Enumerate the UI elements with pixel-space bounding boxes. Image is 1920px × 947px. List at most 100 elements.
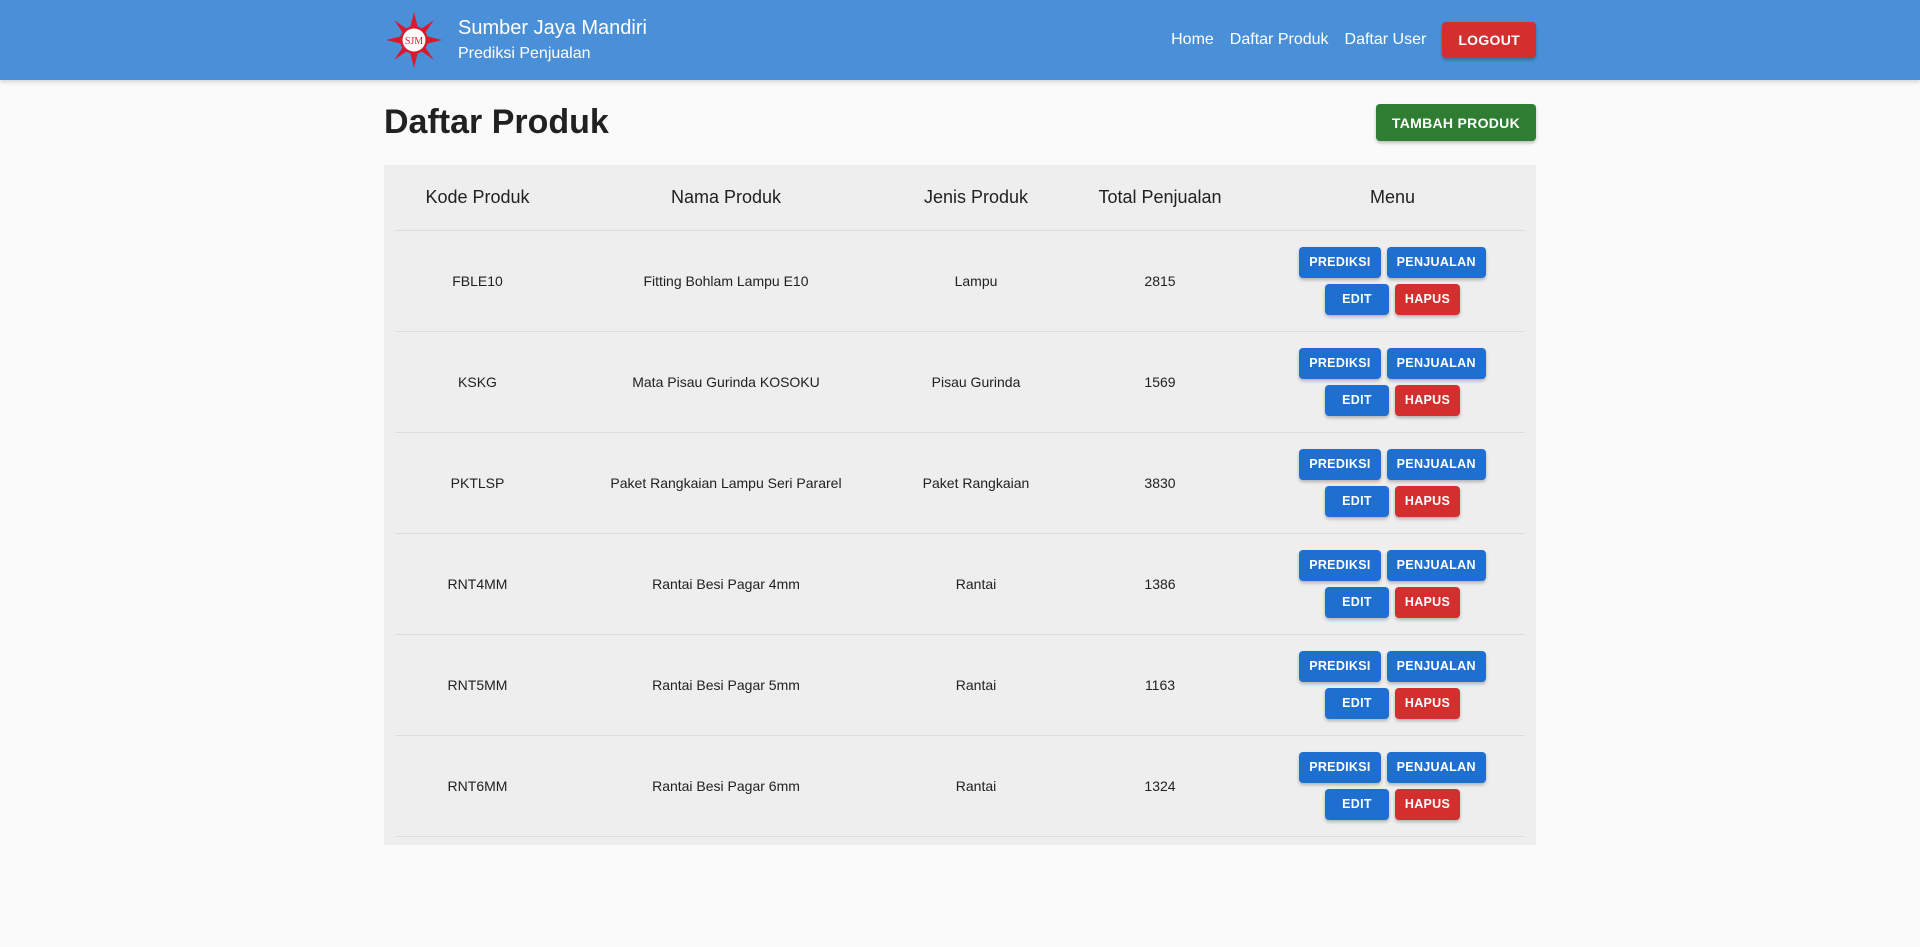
table-row: KSKG Mata Pisau Gurinda KOSOKU Pisau Gur… bbox=[395, 331, 1525, 433]
main-content: Daftar Produk TAMBAH PRODUK Kode Produk … bbox=[384, 80, 1536, 845]
cell-kode: PKTLSP bbox=[395, 432, 560, 534]
cell-total: 1386 bbox=[1060, 533, 1260, 635]
cell-menu: PREDIKSI PENJUALAN EDIT HAPUS bbox=[1260, 432, 1525, 534]
nav-link-daftar-user[interactable]: Daftar User bbox=[1345, 31, 1427, 49]
cell-total: 1324 bbox=[1060, 735, 1260, 837]
row-actions: PREDIKSI PENJUALAN EDIT HAPUS bbox=[1260, 751, 1525, 820]
hapus-button[interactable]: HAPUS bbox=[1395, 586, 1460, 618]
brand-subtitle: Prediksi Penjualan bbox=[458, 45, 591, 62]
cell-nama: Paket Rangkaian Lampu Seri Pararel bbox=[560, 432, 892, 534]
hapus-button[interactable]: HAPUS bbox=[1395, 788, 1460, 820]
prediksi-button[interactable]: PREDIKSI bbox=[1299, 650, 1381, 682]
prediksi-button[interactable]: PREDIKSI bbox=[1299, 347, 1381, 379]
cell-nama: Rantai Besi Pagar 5mm bbox=[560, 634, 892, 736]
sjm-logo-icon: SJM bbox=[386, 12, 442, 68]
penjualan-button[interactable]: PENJUALAN bbox=[1386, 549, 1486, 581]
row-actions-bottom: EDIT HAPUS bbox=[1322, 485, 1463, 517]
row-actions-top: PREDIKSI PENJUALAN bbox=[1296, 751, 1489, 783]
edit-button[interactable]: EDIT bbox=[1325, 788, 1389, 820]
row-actions: PREDIKSI PENJUALAN EDIT HAPUS bbox=[1260, 650, 1525, 719]
row-actions: PREDIKSI PENJUALAN EDIT HAPUS bbox=[1260, 246, 1525, 315]
row-actions-bottom: EDIT HAPUS bbox=[1322, 687, 1463, 719]
cell-nama: Mata Pisau Gurinda KOSOKU bbox=[560, 331, 892, 433]
navbar: SJM Sumber Jaya Mandiri Prediksi Penjual… bbox=[0, 0, 1920, 80]
header-jenis-produk: Jenis Produk bbox=[892, 165, 1060, 231]
row-actions: PREDIKSI PENJUALAN EDIT HAPUS bbox=[1260, 347, 1525, 416]
prediksi-button[interactable]: PREDIKSI bbox=[1299, 549, 1381, 581]
logo-text: SJM bbox=[405, 36, 423, 47]
cell-jenis: Rantai bbox=[892, 533, 1060, 635]
edit-button[interactable]: EDIT bbox=[1325, 586, 1389, 618]
penjualan-button[interactable]: PENJUALAN bbox=[1386, 246, 1486, 278]
header-nama-produk: Nama Produk bbox=[560, 165, 892, 231]
row-actions: PREDIKSI PENJUALAN EDIT HAPUS bbox=[1260, 448, 1525, 517]
cell-menu: PREDIKSI PENJUALAN EDIT HAPUS bbox=[1260, 230, 1525, 332]
nav-link-home[interactable]: Home bbox=[1171, 31, 1214, 49]
nav-links: Home Daftar Produk Daftar User LOGOUT bbox=[1171, 22, 1536, 58]
header-kode-produk: Kode Produk bbox=[395, 165, 560, 231]
penjualan-button[interactable]: PENJUALAN bbox=[1386, 448, 1486, 480]
edit-button[interactable]: EDIT bbox=[1325, 485, 1389, 517]
penjualan-button[interactable]: PENJUALAN bbox=[1386, 347, 1486, 379]
brand[interactable]: SJM Sumber Jaya Mandiri Prediksi Penjual… bbox=[384, 10, 647, 70]
cell-nama: Fitting Bohlam Lampu E10 bbox=[560, 230, 892, 332]
hapus-button[interactable]: HAPUS bbox=[1395, 283, 1460, 315]
cell-kode: RNT4MM bbox=[395, 533, 560, 635]
header-menu: Menu bbox=[1260, 165, 1525, 231]
brand-title: Sumber Jaya Mandiri bbox=[458, 17, 647, 39]
cell-menu: PREDIKSI PENJUALAN EDIT HAPUS bbox=[1260, 634, 1525, 736]
header-total-penjualan: Total Penjualan bbox=[1060, 165, 1260, 231]
row-actions: PREDIKSI PENJUALAN EDIT HAPUS bbox=[1260, 549, 1525, 618]
cell-menu: PREDIKSI PENJUALAN EDIT HAPUS bbox=[1260, 533, 1525, 635]
table-row: RNT5MM Rantai Besi Pagar 5mm Rantai 1163… bbox=[395, 634, 1525, 736]
hapus-button[interactable]: HAPUS bbox=[1395, 384, 1460, 416]
row-actions-top: PREDIKSI PENJUALAN bbox=[1296, 347, 1489, 379]
hapus-button[interactable]: HAPUS bbox=[1395, 687, 1460, 719]
hapus-button[interactable]: HAPUS bbox=[1395, 485, 1460, 517]
row-actions-top: PREDIKSI PENJUALAN bbox=[1296, 549, 1489, 581]
edit-button[interactable]: EDIT bbox=[1325, 283, 1389, 315]
cell-kode: FBLE10 bbox=[395, 230, 560, 332]
row-actions-bottom: EDIT HAPUS bbox=[1322, 283, 1463, 315]
row-actions-top: PREDIKSI PENJUALAN bbox=[1296, 246, 1489, 278]
cell-jenis: Paket Rangkaian bbox=[892, 432, 1060, 534]
prediksi-button[interactable]: PREDIKSI bbox=[1299, 751, 1381, 783]
cell-nama: Rantai Besi Pagar 4mm bbox=[560, 533, 892, 635]
cell-total: 2815 bbox=[1060, 230, 1260, 332]
cell-jenis: Pisau Gurinda bbox=[892, 331, 1060, 433]
row-actions-bottom: EDIT HAPUS bbox=[1322, 586, 1463, 618]
row-actions-bottom: EDIT HAPUS bbox=[1322, 384, 1463, 416]
add-product-button[interactable]: TAMBAH PRODUK bbox=[1375, 104, 1536, 141]
page-header: Daftar Produk TAMBAH PRODUK bbox=[384, 80, 1536, 165]
brand-text: Sumber Jaya Mandiri Prediksi Penjualan bbox=[458, 15, 647, 65]
nav-link-daftar-produk[interactable]: Daftar Produk bbox=[1230, 31, 1329, 49]
edit-button[interactable]: EDIT bbox=[1325, 687, 1389, 719]
navbar-container: SJM Sumber Jaya Mandiri Prediksi Penjual… bbox=[384, 0, 1536, 80]
table-row: PKTLSP Paket Rangkaian Lampu Seri Parare… bbox=[395, 432, 1525, 534]
logout-button[interactable]: LOGOUT bbox=[1442, 22, 1536, 58]
cell-total: 1163 bbox=[1060, 634, 1260, 736]
edit-button[interactable]: EDIT bbox=[1325, 384, 1389, 416]
cell-jenis: Rantai bbox=[892, 634, 1060, 736]
cell-menu: PREDIKSI PENJUALAN EDIT HAPUS bbox=[1260, 331, 1525, 433]
cell-menu: PREDIKSI PENJUALAN EDIT HAPUS bbox=[1260, 735, 1525, 837]
penjualan-button[interactable]: PENJUALAN bbox=[1386, 751, 1486, 783]
cell-total: 1569 bbox=[1060, 331, 1260, 433]
table-row: RNT4MM Rantai Besi Pagar 4mm Rantai 1386… bbox=[395, 533, 1525, 635]
product-table: Kode Produk Nama Produk Jenis Produk Tot… bbox=[395, 165, 1525, 837]
page-title: Daftar Produk bbox=[384, 103, 609, 141]
table-header-row: Kode Produk Nama Produk Jenis Produk Tot… bbox=[395, 165, 1525, 231]
row-actions-top: PREDIKSI PENJUALAN bbox=[1296, 650, 1489, 682]
cell-nama: Rantai Besi Pagar 6mm bbox=[560, 735, 892, 837]
table-row: RNT6MM Rantai Besi Pagar 6mm Rantai 1324… bbox=[395, 735, 1525, 837]
table-row: FBLE10 Fitting Bohlam Lampu E10 Lampu 28… bbox=[395, 230, 1525, 332]
penjualan-button[interactable]: PENJUALAN bbox=[1386, 650, 1486, 682]
prediksi-button[interactable]: PREDIKSI bbox=[1299, 448, 1381, 480]
prediksi-button[interactable]: PREDIKSI bbox=[1299, 246, 1381, 278]
cell-total: 3830 bbox=[1060, 432, 1260, 534]
cell-kode: RNT6MM bbox=[395, 735, 560, 837]
row-actions-top: PREDIKSI PENJUALAN bbox=[1296, 448, 1489, 480]
row-actions-bottom: EDIT HAPUS bbox=[1322, 788, 1463, 820]
cell-kode: KSKG bbox=[395, 331, 560, 433]
cell-jenis: Rantai bbox=[892, 735, 1060, 837]
